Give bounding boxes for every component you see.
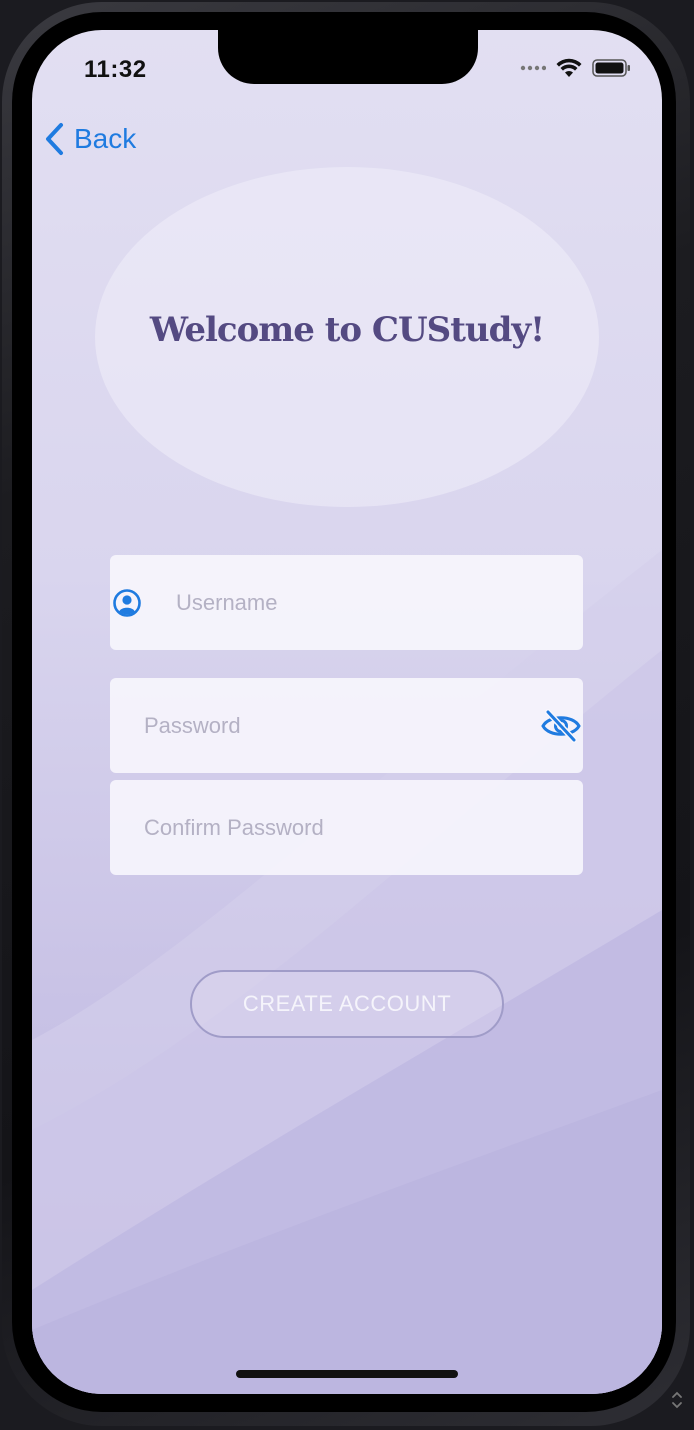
password-field bbox=[110, 678, 583, 773]
create-account-button[interactable]: CREATE ACCOUNT bbox=[190, 970, 504, 1038]
chevron-up-down-icon bbox=[672, 1391, 682, 1409]
username-field bbox=[110, 555, 583, 650]
eye-slash-icon[interactable] bbox=[541, 708, 581, 744]
back-button[interactable]: Back bbox=[44, 122, 136, 156]
confirm-password-field bbox=[110, 780, 583, 875]
camera-notch bbox=[218, 30, 478, 84]
app-screen: 11:32 Back Welcome to CUStudy! Username … bbox=[32, 30, 662, 1394]
device-frame: 11:32 Back Welcome to CUStudy! Username … bbox=[0, 0, 694, 1430]
chevron-left-icon bbox=[46, 123, 63, 155]
user-circle-icon bbox=[113, 589, 141, 617]
username-input[interactable] bbox=[174, 555, 563, 650]
status-indicators bbox=[520, 58, 632, 78]
page-title: Welcome to CUStudy! bbox=[149, 310, 545, 350]
wifi-icon bbox=[556, 58, 582, 77]
back-label: Back bbox=[74, 123, 137, 154]
home-indicator[interactable] bbox=[236, 1370, 458, 1378]
password-input[interactable] bbox=[142, 678, 523, 773]
confirm-password-input[interactable] bbox=[142, 780, 563, 875]
signal-dots-icon bbox=[520, 65, 546, 71]
battery-icon bbox=[592, 59, 630, 77]
status-time: 11:32 bbox=[84, 56, 147, 83]
